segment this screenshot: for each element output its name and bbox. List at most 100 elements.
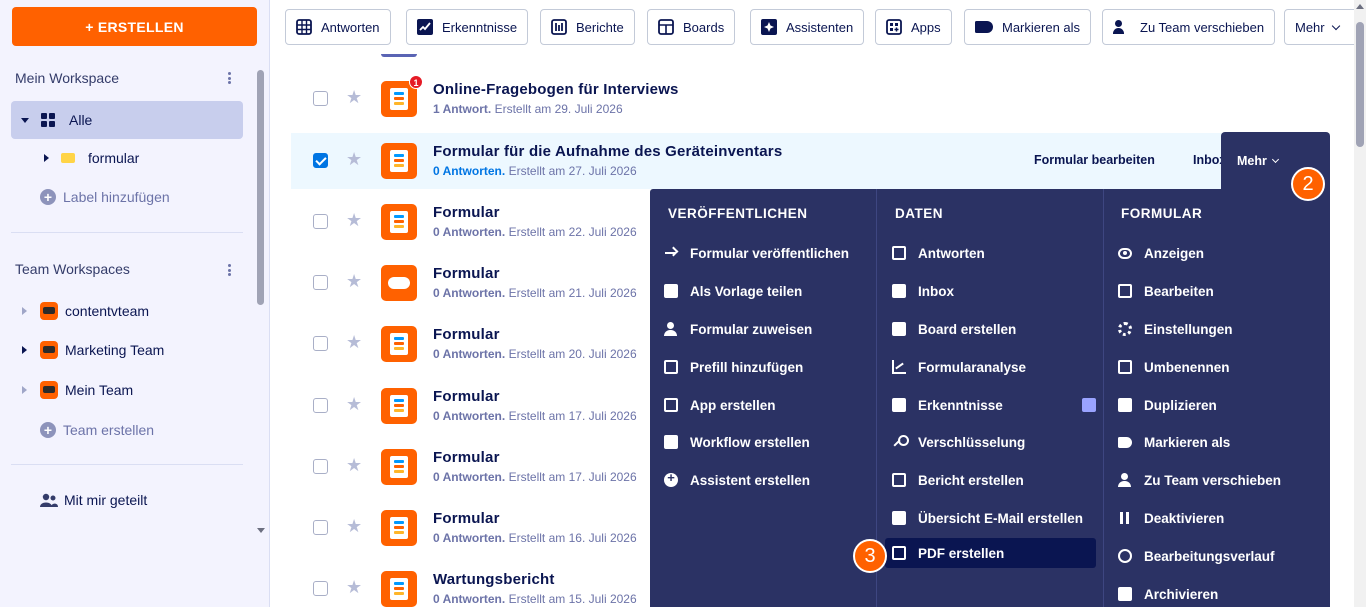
menu-item-label: Deaktivieren — [1144, 510, 1225, 526]
row-checkbox[interactable] — [313, 91, 328, 106]
more-dropdown-menu: VERÖFFENTLICHEN Formular veröffentlichen… — [650, 189, 1330, 607]
form-meta: 0 Antworten. Erstellt am 20. Juli 2026 — [433, 347, 637, 361]
star-icon[interactable]: ★ — [346, 271, 362, 292]
menu-item-archive[interactable]: Archivieren — [1118, 579, 1218, 607]
menu-item-create-pdf[interactable]: PDF erstellen — [885, 538, 1096, 568]
sidebar-item-folder[interactable]: formular — [44, 150, 139, 166]
form-meta: 0 Antworten. Erstellt am 15. Juli 2026 — [433, 592, 637, 606]
form-title[interactable]: Formular — [433, 204, 500, 221]
toolbar-button-label: Zu Team verschieben — [1140, 19, 1265, 35]
star-icon[interactable]: ★ — [346, 516, 362, 537]
menu-item-edit[interactable]: Bearbeiten — [1118, 276, 1214, 306]
create-button[interactable]: + ERSTELLEN — [12, 7, 257, 46]
team-workspaces-menu-icon[interactable] — [222, 262, 236, 278]
menu-item-responses[interactable]: Antworten — [892, 238, 985, 268]
menu-item-duplicate[interactable]: Duplizieren — [1118, 390, 1217, 420]
menu-item-rename[interactable]: Umbenennen — [1118, 352, 1230, 382]
toolbar-reports-button[interactable]: Berichte — [540, 9, 635, 45]
star-icon[interactable]: ★ — [346, 577, 362, 598]
toolbar: Antworten Erkenntnisse Berichte Boards A… — [270, 0, 1366, 54]
sidebar-scrollbar[interactable] — [257, 70, 264, 305]
menu-item-publish-form[interactable]: Formular veröffentlichen — [664, 238, 849, 268]
payment-form-icon — [381, 326, 417, 362]
row-checkbox[interactable] — [313, 336, 328, 351]
shared-users-icon — [40, 493, 58, 507]
grid-icon — [41, 113, 55, 127]
table-row-selected[interactable]: ★ Formular für die Aufnahme des Gerätein… — [291, 132, 1330, 189]
form-title[interactable]: Formular für die Aufnahme des Geräteinve… — [433, 143, 782, 160]
menu-item-label: Board erstellen — [918, 321, 1017, 337]
menu-item-move-to-team[interactable]: Zu Team verschieben — [1118, 465, 1281, 495]
menu-item-assign-form[interactable]: Formular zuweisen — [664, 314, 812, 344]
menu-item-add-prefill[interactable]: Prefill hinzufügen — [664, 352, 803, 382]
menu-item-encryption[interactable]: Verschlüsselung — [892, 427, 1025, 457]
form-icon — [381, 449, 417, 485]
menu-item-label: Formularanalyse — [918, 359, 1027, 375]
main-scrollbar[interactable] — [1354, 0, 1366, 607]
menu-item-share-template[interactable]: Als Vorlage teilen — [664, 276, 802, 306]
menu-item-view[interactable]: Anzeigen — [1118, 238, 1204, 268]
menu-item-create-digest-email[interactable]: Übersicht E-Mail erstellen — [892, 503, 1083, 533]
form-meta: 0 Antworten. Erstellt am 17. Juli 2026 — [433, 409, 637, 423]
row-checkbox[interactable] — [313, 275, 328, 290]
form-title[interactable]: Formular — [433, 510, 500, 527]
sidebar-item-team[interactable]: contentvteam — [22, 302, 149, 320]
sidebar-item-all[interactable]: Alle — [11, 101, 243, 139]
add-label-button[interactable]: + Label hinzufügen — [40, 189, 170, 205]
star-icon[interactable]: ★ — [346, 455, 362, 476]
star-icon[interactable]: ★ — [346, 87, 362, 108]
toolbar-more-button[interactable]: Mehr — [1284, 9, 1364, 45]
response-count-link[interactable]: 0 Antworten. — [433, 164, 505, 178]
key-icon — [892, 435, 909, 449]
toolbar-insights-button[interactable]: Erkenntnisse — [406, 9, 529, 45]
table-row[interactable]: ★ 1 Online-Fragebogen für Interviews 1 A… — [291, 71, 1330, 127]
scroll-down-arrow-icon[interactable] — [257, 528, 265, 533]
row-checkbox[interactable] — [313, 459, 328, 474]
response-count: 0 Antworten. — [433, 286, 506, 300]
menu-item-settings[interactable]: Einstellungen — [1118, 314, 1233, 344]
toolbar-button-label: Apps — [911, 19, 941, 35]
menu-item-create-report[interactable]: Bericht erstellen — [892, 465, 1024, 495]
form-title[interactable]: Formular — [433, 326, 500, 343]
sidebar-item-team[interactable]: Mein Team — [22, 381, 133, 399]
row-checkbox[interactable] — [313, 153, 328, 168]
form-title[interactable]: Formular — [433, 388, 500, 405]
menu-item-form-analytics[interactable]: Formularanalyse — [892, 352, 1026, 382]
scrollbar-thumb[interactable] — [1356, 22, 1364, 147]
form-title[interactable]: Wartungsbericht — [433, 571, 555, 588]
menu-item-disable[interactable]: Deaktivieren — [1118, 503, 1224, 533]
menu-item-create-app[interactable]: App erstellen — [664, 390, 776, 420]
toolbar-responses-button[interactable]: Antworten — [285, 9, 391, 45]
menu-item-create-workflow[interactable]: Workflow erstellen — [664, 427, 810, 457]
create-team-button[interactable]: + Team erstellen — [40, 422, 154, 438]
row-checkbox[interactable] — [313, 581, 328, 596]
form-title[interactable]: Formular — [433, 449, 500, 466]
edit-form-button[interactable]: Formular bearbeiten — [1034, 153, 1155, 167]
menu-item-create-agent[interactable]: Assistent erstellen — [664, 465, 810, 495]
form-title[interactable]: Formular — [433, 265, 500, 282]
star-icon[interactable]: ★ — [346, 210, 362, 231]
menu-item-insights[interactable]: Erkenntnisse — [892, 390, 1096, 420]
toolbar-move-to-team-button[interactable]: Zu Team verschieben — [1102, 9, 1276, 45]
my-workspace-menu-icon[interactable] — [222, 70, 236, 86]
star-icon[interactable]: ★ — [346, 332, 362, 353]
star-icon[interactable]: ★ — [346, 149, 362, 170]
menu-item-inbox[interactable]: Inbox — [892, 276, 954, 306]
toolbar-apps-button[interactable]: Apps — [875, 9, 952, 45]
toolbar-mark-as-button[interactable]: Markieren als — [964, 9, 1092, 45]
sidebar-item-label: contentvteam — [65, 303, 150, 319]
menu-item-mark-as[interactable]: Markieren als — [1118, 427, 1230, 457]
scroll-up-arrow-icon[interactable] — [1356, 4, 1364, 9]
star-icon[interactable]: ★ — [346, 394, 362, 415]
toolbar-boards-button[interactable]: Boards — [647, 9, 736, 45]
created-date: Erstellt am 27. Juli 2026 — [508, 164, 637, 178]
row-checkbox[interactable] — [313, 398, 328, 413]
row-checkbox[interactable] — [313, 520, 328, 535]
menu-item-revision-history[interactable]: Bearbeitungsverlauf — [1118, 541, 1275, 571]
form-title[interactable]: Online-Fragebogen für Interviews — [433, 81, 679, 98]
toolbar-agents-button[interactable]: Assistenten — [750, 9, 865, 45]
sidebar-item-team[interactable]: Marketing Team — [22, 341, 164, 359]
row-checkbox[interactable] — [313, 214, 328, 229]
menu-item-create-board[interactable]: Board erstellen — [892, 314, 1016, 344]
sidebar-item-shared[interactable]: Mit mir geteilt — [40, 492, 147, 508]
